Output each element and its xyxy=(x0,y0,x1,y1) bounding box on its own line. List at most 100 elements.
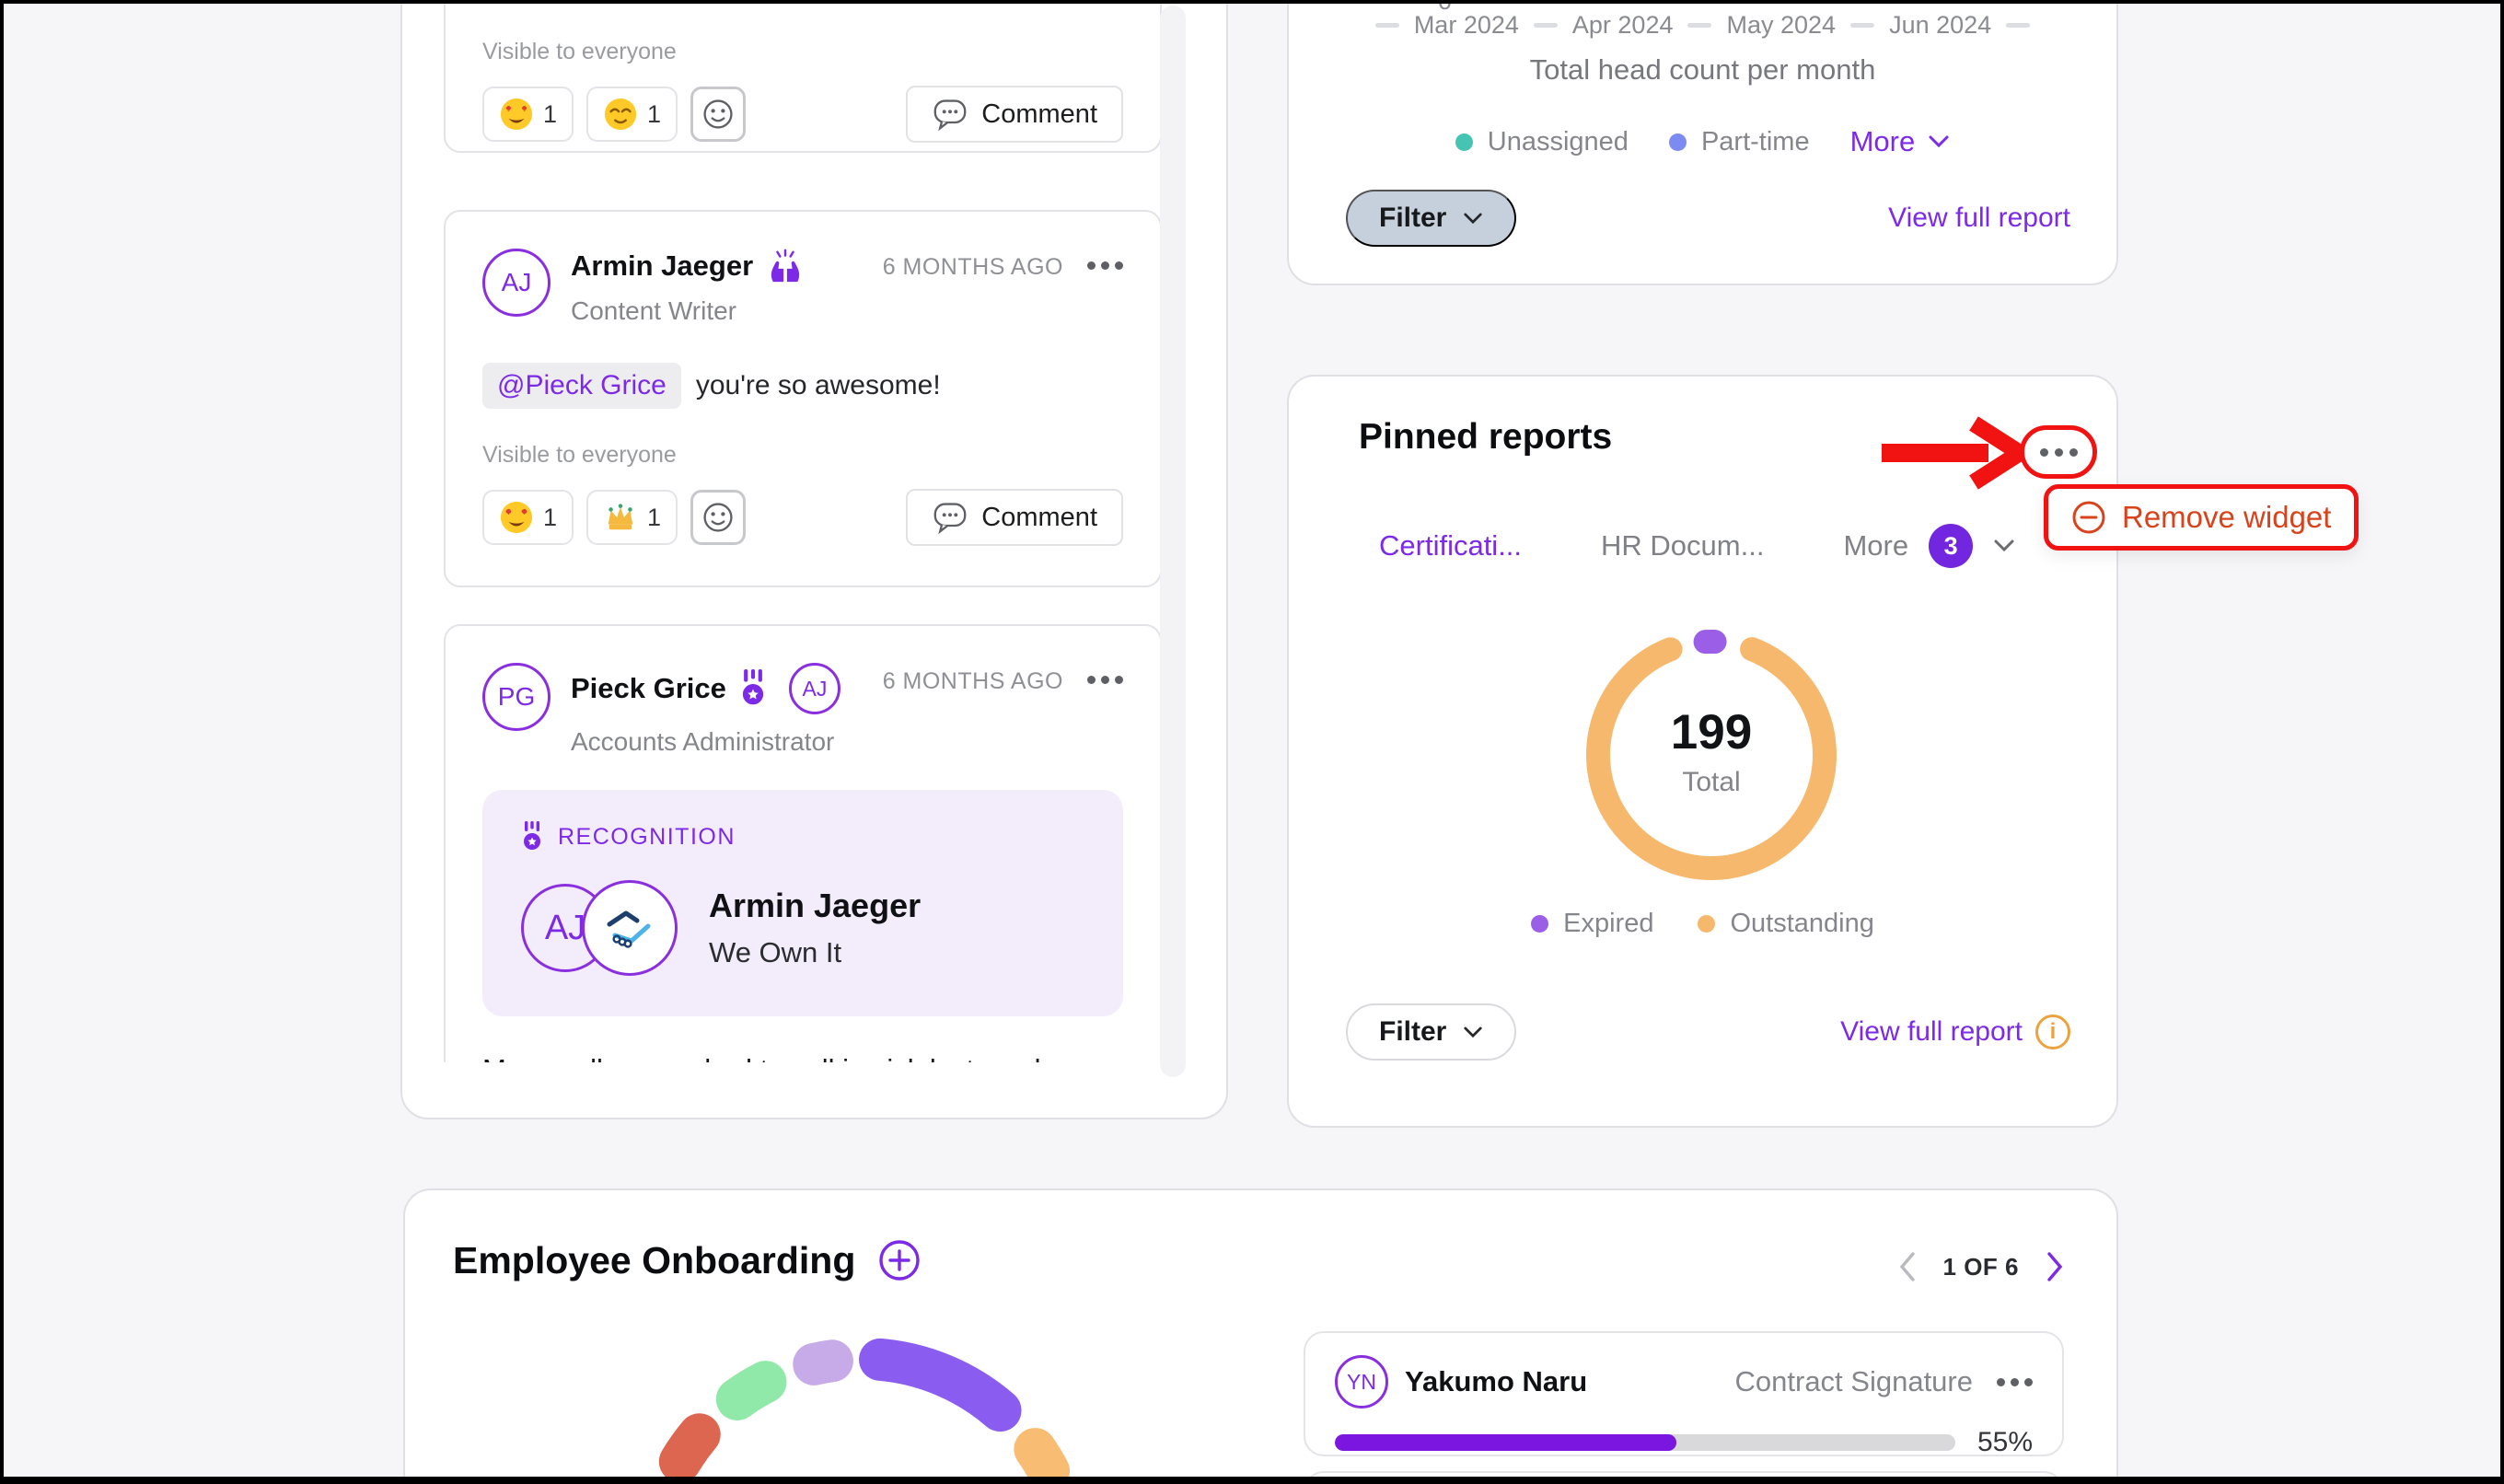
pagination: 1 OF 6 xyxy=(1897,1251,2065,1282)
chevron-down-icon xyxy=(1464,1026,1482,1038)
chevron-down-icon xyxy=(1929,135,1949,148)
legend-dot xyxy=(1531,915,1549,933)
heart-eyes-emoji xyxy=(500,98,533,131)
reaction-chip[interactable]: 1 xyxy=(482,87,574,142)
feed-scrollbar[interactable] xyxy=(1160,6,1186,1077)
post-author-role: Content Writer xyxy=(571,296,736,325)
avatar[interactable]: AJ xyxy=(482,249,551,317)
annotation-arrow xyxy=(1882,416,2033,490)
tab-hr-documents[interactable]: HR Docum... xyxy=(1601,529,1764,562)
shoutouts-feed-panel: Visible to everyone 1 1 Comment AJ Armin… xyxy=(400,4,1228,1119)
legend-more-dropdown[interactable]: More xyxy=(1850,125,1951,158)
reaction-chip[interactable]: 1 xyxy=(586,87,678,142)
visibility-label: Visible to everyone xyxy=(482,39,677,64)
reaction-count: 1 xyxy=(647,99,662,128)
feed-scroll-viewport[interactable]: Visible to everyone 1 1 Comment AJ Armin… xyxy=(402,4,1162,1062)
employee-name[interactable]: Yakumo Naru xyxy=(1405,1365,1587,1398)
comment-label: Comment xyxy=(981,502,1097,532)
x-tick: Apr 2024 xyxy=(1571,11,1674,39)
onboarding-gauge-chart xyxy=(629,1338,1095,1477)
post-timestamp: 6 MONTHS AGO xyxy=(882,254,1063,280)
avatar[interactable]: PG xyxy=(482,663,551,731)
relieved-face-emoji xyxy=(604,98,637,131)
legend-dot xyxy=(1698,915,1716,933)
tab-certifications[interactable]: Certificati... xyxy=(1379,529,1522,562)
chevron-right-icon[interactable] xyxy=(2045,1251,2065,1282)
comment-label: Comment xyxy=(981,99,1097,129)
smiley-add-icon xyxy=(703,99,733,129)
chevron-down-icon xyxy=(1464,213,1482,224)
view-full-report-link[interactable]: View full report i xyxy=(1840,1014,2070,1049)
post-timestamp: 6 MONTHS AGO xyxy=(882,668,1063,694)
reaction-chip[interactable]: 1 xyxy=(482,490,574,545)
reaction-chip[interactable]: 1 xyxy=(586,490,678,545)
post-menu-button[interactable] xyxy=(1087,676,1123,684)
reaction-count: 1 xyxy=(543,99,558,128)
feed-post-pieck: PG Pieck Grice AJ Accounts Administrator… xyxy=(444,624,1162,1062)
handshake-badge xyxy=(582,880,678,976)
recognition-label: RECOGNITION xyxy=(558,823,736,850)
x-tick: Mar 2024 xyxy=(1413,11,1519,39)
peer-avatar[interactable]: AJ xyxy=(788,663,840,714)
comment-bubble-icon xyxy=(933,99,967,131)
mention-link[interactable]: @Pieck Grice xyxy=(482,363,681,409)
screenshot-frame: Visible to everyone 1 1 Comment AJ Armin… xyxy=(0,0,2504,1484)
minus-circle-icon xyxy=(2072,501,2105,534)
legend-item[interactable]: Expired xyxy=(1531,909,1653,939)
raising-hands-icon xyxy=(771,249,800,283)
post-author-name[interactable]: Armin Jaeger xyxy=(571,249,753,283)
x-tick: Jun 2024 xyxy=(1889,11,1992,39)
smiley-add-icon xyxy=(703,503,733,532)
add-circle-icon[interactable] xyxy=(877,1238,922,1282)
recognition-card: RECOGNITION AJ Armin Jaeger We Own It xyxy=(482,790,1123,1016)
feed-post-armin: AJ Armin Jaeger Content Writer 6 MONTHS … xyxy=(444,210,1162,587)
dashboard-page: Visible to everyone 1 1 Comment AJ Armin… xyxy=(4,4,2500,1477)
legend-dot xyxy=(1668,133,1687,151)
widget-title: Employee Onboarding xyxy=(453,1238,856,1281)
remove-widget-label: Remove widget xyxy=(2122,500,2332,534)
x-tick: May 2024 xyxy=(1726,11,1837,39)
remove-widget-menu-item[interactable]: Remove widget xyxy=(2044,484,2359,551)
chevron-left-icon[interactable] xyxy=(1897,1251,1918,1282)
info-icon: i xyxy=(2035,1014,2070,1049)
chart-title: Total head count per month xyxy=(1529,53,1876,86)
crown-emoji xyxy=(608,504,633,530)
progress-fill xyxy=(1335,1434,1676,1451)
filter-button[interactable]: Filter xyxy=(1346,1003,1517,1061)
legend-dot xyxy=(1455,133,1473,151)
recognized-person: Armin Jaeger xyxy=(709,887,922,924)
medal-icon xyxy=(524,821,540,850)
legend-item[interactable]: Part-time xyxy=(1668,127,1810,157)
pagination-label: 1 OF 6 xyxy=(1942,1252,2019,1281)
post-author-name[interactable]: Pieck Grice xyxy=(571,672,726,705)
progress-percent: 55% xyxy=(1977,1427,2033,1457)
recognition-value: We Own It xyxy=(709,936,842,968)
feed-post-cut: Visible to everyone 1 1 Comment xyxy=(444,4,1162,153)
post-message: you're so awesome! xyxy=(695,370,941,400)
widget-menu-button[interactable] xyxy=(2020,425,2097,479)
comment-button[interactable]: Comment xyxy=(906,86,1123,143)
post-author-role: Accounts Administrator xyxy=(571,727,835,756)
onboarding-employee-card xyxy=(1304,1471,2064,1477)
onboarding-employee-card: YN Yakumo Naru Contract Signature 55% xyxy=(1304,1331,2064,1457)
post-menu-button[interactable] xyxy=(1087,261,1123,270)
add-reaction-button[interactable] xyxy=(690,87,747,142)
view-full-report-link[interactable]: View full report xyxy=(1888,203,2070,234)
employee-menu-button[interactable] xyxy=(1997,1377,2033,1386)
heart-eyes-emoji xyxy=(500,501,533,534)
donut-legend: Expired Outstanding xyxy=(1289,909,2116,939)
legend-item[interactable]: Unassigned xyxy=(1455,127,1629,157)
filter-button[interactable]: Filter xyxy=(1346,190,1517,247)
tabs-more-dropdown[interactable]: More 3 xyxy=(1843,524,2015,568)
legend-item[interactable]: Outstanding xyxy=(1698,909,1874,939)
widget-title: Pinned reports xyxy=(1359,417,1613,457)
donut-total-value: 199 xyxy=(1670,705,1753,759)
donut-total-label: Total xyxy=(1682,767,1741,797)
post-message: Many colleagues had to call in sick last… xyxy=(482,1053,1123,1062)
employee-onboarding-widget: Employee Onboarding 1 OF 6 YN Yakumo Nar… xyxy=(403,1188,2118,1477)
comment-button[interactable]: Comment xyxy=(906,489,1123,546)
x-axis: Mar 2024 Apr 2024 May 2024 Jun 2024 xyxy=(1289,11,2116,40)
add-reaction-button[interactable] xyxy=(690,490,747,545)
more-count-badge: 3 xyxy=(1929,524,1974,568)
headcount-widget: 0 Mar 2024 Apr 2024 May 2024 Jun 2024 To… xyxy=(1287,4,2118,285)
